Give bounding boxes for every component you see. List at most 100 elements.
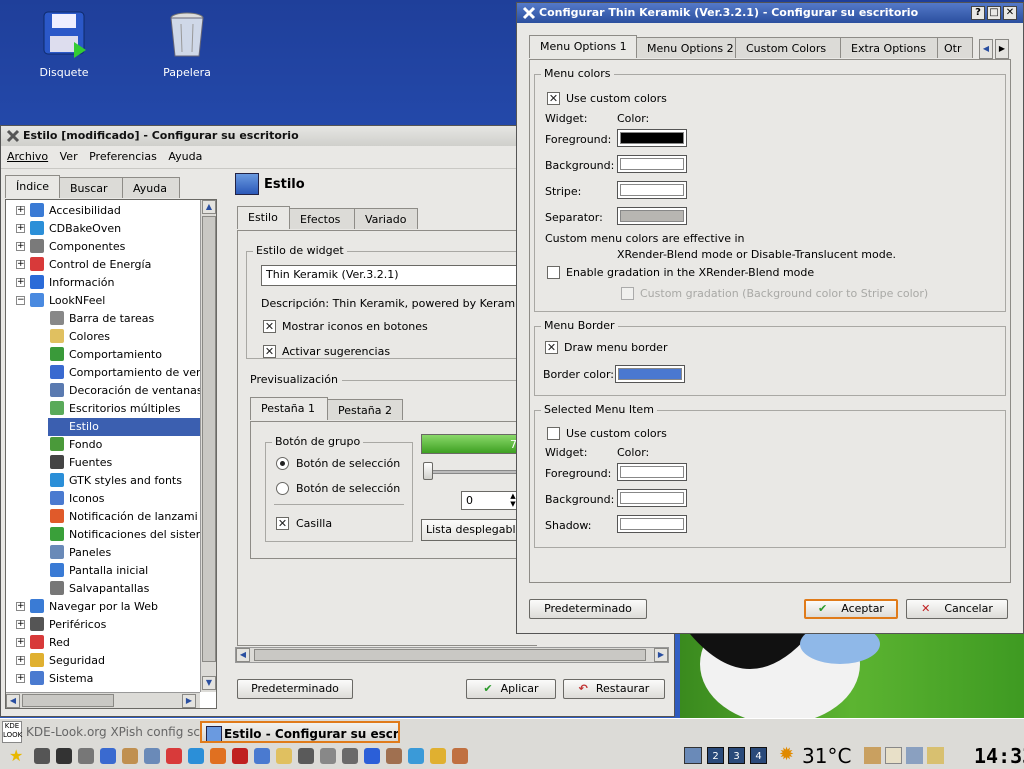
stripe-color-button[interactable]	[617, 181, 687, 199]
settings-icon[interactable]	[906, 747, 923, 764]
tree-item[interactable]: Estilo	[48, 418, 202, 436]
desktop-icon-floppy[interactable]: Disquete	[24, 8, 104, 79]
menu-ver[interactable]: Ver	[60, 150, 78, 163]
default-button[interactable]: Predeterminado	[237, 679, 353, 699]
expand-toggle-icon[interactable]: −	[16, 296, 25, 305]
clipboard-icon[interactable]	[927, 747, 944, 764]
shadow-color-button[interactable]	[617, 515, 687, 533]
tree-item[interactable]: Seguridad	[28, 652, 202, 670]
network-icon[interactable]	[864, 747, 881, 764]
menu-archivo[interactable]: Archivo	[7, 150, 48, 163]
play-icon[interactable]	[364, 748, 380, 764]
expand-toggle-icon[interactable]: +	[16, 656, 25, 665]
tree-item[interactable]: GTK styles and fonts	[48, 472, 202, 490]
control-icon[interactable]	[342, 748, 358, 764]
maximize-button[interactable]: □	[987, 6, 1001, 20]
task-kde-look[interactable]: KDE-Look.org XPish config sche	[4, 721, 200, 743]
klipper-icon[interactable]	[885, 747, 902, 764]
monitor-icon[interactable]	[100, 748, 116, 764]
tab-indice[interactable]: Índice	[5, 175, 60, 198]
draw-border-checkbox[interactable]: ✕	[545, 341, 558, 354]
tree-item[interactable]: Navegar por la Web	[28, 598, 202, 616]
tree-item[interactable]: Comportamiento	[48, 346, 202, 364]
ok-button[interactable]: ✔ Aceptar	[804, 599, 898, 619]
volume-icon[interactable]	[320, 748, 336, 764]
tree-item[interactable]: Decoración de ventanas	[48, 382, 203, 400]
custom-gradation-checkbox[interactable]	[621, 287, 634, 300]
radio-button-2[interactable]	[276, 482, 289, 495]
tab-other[interactable]: Otr	[937, 37, 973, 58]
tree-item[interactable]: Paneles	[48, 544, 202, 562]
widget-style-combo[interactable]: Thin Keramik (Ver.3.2.1)	[261, 265, 551, 286]
tree-item[interactable]: Sistema	[28, 670, 202, 688]
page-scroll-left[interactable]: ◀	[236, 648, 250, 662]
help-button[interactable]: ?	[971, 6, 985, 20]
package-icon[interactable]	[122, 748, 138, 764]
expand-toggle-icon[interactable]: +	[16, 620, 25, 629]
tab-menu-options-2[interactable]: Menu Options 2	[636, 37, 736, 58]
tree-item[interactable]: Red	[28, 634, 202, 652]
tab-variado[interactable]: Variado	[354, 208, 418, 229]
star-icon[interactable]: ★	[9, 746, 23, 765]
scroll-left-arrow[interactable]: ◀	[6, 694, 20, 708]
opera-icon[interactable]	[232, 748, 248, 764]
desktop-3[interactable]: 3	[728, 747, 745, 764]
tree-item[interactable]: Información	[28, 274, 202, 292]
page-scroll-right[interactable]: ▶	[654, 648, 668, 662]
tab-extra-options[interactable]: Extra Options	[840, 37, 938, 58]
dialog-titlebar[interactable]: Configurar Thin Keramik (Ver.3.2.1) - Co…	[517, 3, 1023, 23]
tab-efectos[interactable]: Efectos	[289, 208, 355, 229]
foreground-color-button[interactable]	[617, 129, 687, 147]
mail-icon[interactable]	[254, 748, 270, 764]
expand-toggle-icon[interactable]: +	[16, 638, 25, 647]
border-color-button[interactable]	[615, 365, 685, 383]
tab-scroll-right[interactable]: ▶	[995, 39, 1009, 59]
tree-item[interactable]: Pantalla inicial	[48, 562, 202, 580]
selected-custom-colors-checkbox[interactable]	[547, 427, 560, 440]
tree-item[interactable]: Control de Energía	[28, 256, 202, 274]
gradation-checkbox[interactable]	[547, 266, 560, 279]
tree-item[interactable]: LookNFeel	[28, 292, 202, 310]
console-icon[interactable]	[34, 748, 50, 764]
tab-estilo[interactable]: Estilo	[237, 206, 290, 229]
tab-scroll-left[interactable]: ◀	[979, 39, 993, 59]
scroll-up-arrow[interactable]: ▲	[202, 200, 216, 214]
selected-foreground-button[interactable]	[617, 463, 687, 481]
expand-toggle-icon[interactable]: +	[16, 260, 25, 269]
expand-toggle-icon[interactable]: +	[16, 242, 25, 251]
close-button[interactable]: ✕	[1003, 6, 1017, 20]
tree-item[interactable]: Notificación de lanzami	[48, 508, 202, 526]
media-icon[interactable]	[298, 748, 314, 764]
background-color-button[interactable]	[617, 155, 687, 173]
module-tree[interactable]: Accesibilidad + CDBakeOven + Componentes + Con…	[5, 199, 217, 709]
tree-item[interactable]: Periféricos	[28, 616, 202, 634]
tree-item[interactable]: Fuentes	[48, 454, 202, 472]
face-icon[interactable]	[386, 748, 402, 764]
desktop-icon-trash[interactable]: Papelera	[147, 8, 227, 79]
reset-button[interactable]: ↶ Restaurar	[563, 679, 665, 699]
show-icons-checkbox[interactable]: ✕	[263, 320, 276, 333]
expand-toggle-icon[interactable]: +	[16, 224, 25, 233]
expand-toggle-icon[interactable]: +	[16, 206, 25, 215]
tree-item[interactable]: Notificaciones del sister	[48, 526, 202, 544]
desktop-4[interactable]: 4	[750, 747, 767, 764]
scroll-right-arrow[interactable]: ▶	[182, 694, 196, 708]
tree-item[interactable]: Colores	[48, 328, 202, 346]
tooltips-checkbox[interactable]: ✕	[263, 345, 276, 358]
dialog-default-button[interactable]: Predeterminado	[529, 599, 647, 619]
page-horizontal-scrollbar[interactable]: ◀ ▶	[235, 647, 669, 663]
tree-item[interactable]: Iconos	[48, 490, 202, 508]
clock[interactable]: 14:33	[974, 744, 1024, 768]
task-estilo[interactable]: Estilo - Configurar su escr	[200, 721, 400, 743]
scroll-down-arrow[interactable]: ▼	[202, 676, 216, 690]
use-custom-colors-checkbox[interactable]: ✕	[547, 92, 560, 105]
globe-icon[interactable]	[188, 748, 204, 764]
expand-toggle-icon[interactable]: +	[16, 674, 25, 683]
h-scroll-thumb[interactable]	[22, 694, 114, 707]
radio-button-1[interactable]	[276, 457, 289, 470]
separator-color-button[interactable]	[617, 207, 687, 225]
tree-item[interactable]: Escritorios múltiples	[48, 400, 202, 418]
tree-item[interactable]: Barra de tareas	[48, 310, 202, 328]
tools-icon[interactable]	[78, 748, 94, 764]
tab-pestana-2[interactable]: Pestaña 2	[327, 399, 403, 420]
